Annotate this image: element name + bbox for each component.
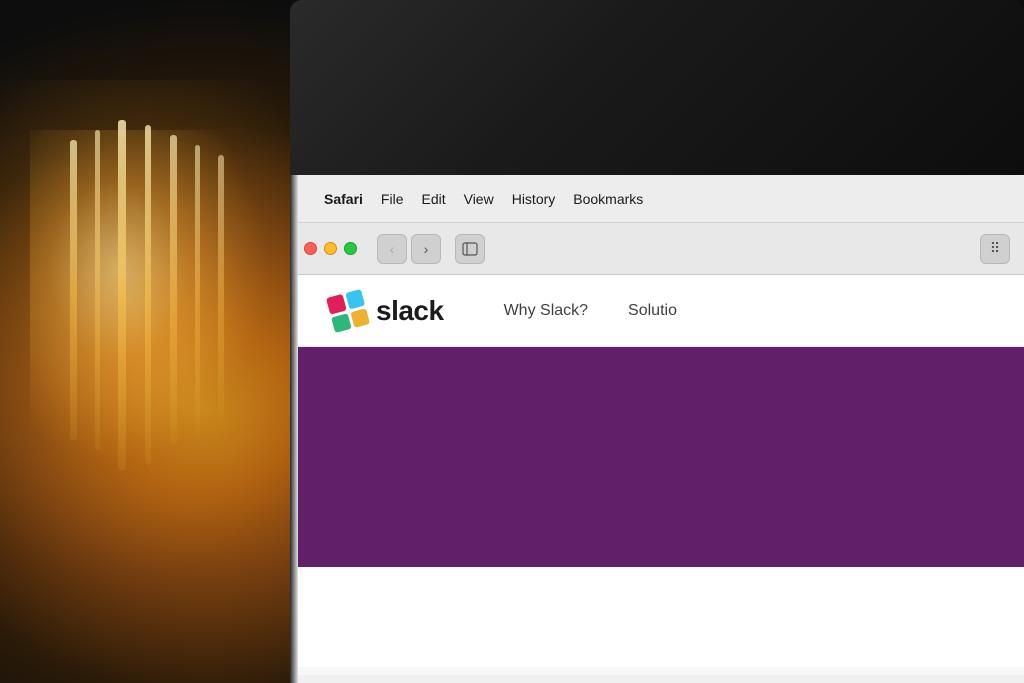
screen: Safari File Edit View History Bookmarks …: [290, 175, 1024, 683]
forward-button[interactable]: ›: [411, 234, 441, 264]
close-button[interactable]: [304, 242, 317, 255]
history-menu[interactable]: History: [512, 191, 556, 207]
sidebar-icon: [462, 241, 478, 257]
slack-icon-yellow: [350, 307, 370, 327]
back-icon: ‹: [390, 241, 395, 257]
file-menu[interactable]: File: [381, 191, 404, 207]
traffic-lights: [304, 242, 357, 255]
light-filaments: [40, 120, 260, 500]
macos-menubar: Safari File Edit View History Bookmarks: [290, 175, 1024, 223]
slack-logo-text: slack: [376, 295, 444, 327]
slack-content-section: [290, 567, 1024, 667]
slack-icon-green: [331, 312, 351, 332]
safari-menu[interactable]: Safari: [324, 191, 363, 207]
slack-icon-blue: [345, 288, 365, 308]
slack-hero-section: [290, 347, 1024, 567]
maximize-button[interactable]: [344, 242, 357, 255]
slack-logo: slack: [330, 293, 444, 329]
slack-icon-red: [326, 294, 346, 314]
laptop-bezel: [290, 0, 1024, 175]
minimize-button[interactable]: [324, 242, 337, 255]
slack-navbar: slack Why Slack? Solutio: [290, 275, 1024, 347]
nav-why-slack[interactable]: Why Slack?: [504, 302, 588, 320]
safari-toolbar: ‹ › ⠿: [290, 223, 1024, 275]
grid-icon: ⠿: [990, 240, 1000, 257]
nav-solutions[interactable]: Solutio: [628, 302, 677, 320]
laptop-edge: [290, 175, 298, 683]
edit-menu[interactable]: Edit: [421, 191, 445, 207]
bookmarks-menu[interactable]: Bookmarks: [573, 191, 643, 207]
nav-buttons: ‹ ›: [377, 234, 441, 264]
sidebar-toggle-button[interactable]: [455, 234, 485, 264]
slack-logo-icon: [326, 288, 370, 332]
back-button[interactable]: ‹: [377, 234, 407, 264]
webpage-content: slack Why Slack? Solutio: [290, 275, 1024, 675]
forward-icon: ›: [424, 241, 429, 257]
view-menu[interactable]: View: [464, 191, 494, 207]
laptop-frame: Safari File Edit View History Bookmarks …: [290, 0, 1024, 683]
grid-button[interactable]: ⠿: [980, 234, 1010, 264]
